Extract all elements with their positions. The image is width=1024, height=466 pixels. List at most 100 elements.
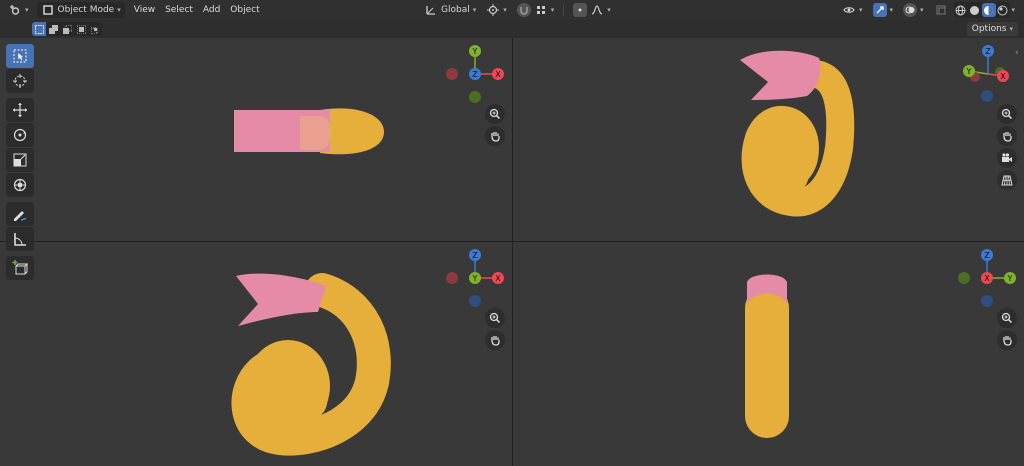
- viewport-header: ▾ Object Mode ▾ View Select Add Object G…: [0, 0, 1024, 20]
- menu-object[interactable]: Object: [225, 5, 264, 15]
- xray-toggle[interactable]: [930, 2, 952, 18]
- gizmo-icon: [872, 3, 887, 17]
- projection-toggle-button[interactable]: [997, 170, 1017, 190]
- eye-icon: [842, 3, 856, 17]
- overlays-toggle[interactable]: ▾: [899, 2, 928, 18]
- gizmo-neg-x[interactable]: [446, 68, 458, 80]
- tube-model-top-view: [234, 108, 384, 155]
- rotate-tool[interactable]: [6, 123, 34, 147]
- zoom-button[interactable]: [485, 308, 505, 328]
- proportional-edit-toggle[interactable]: ▾: [569, 2, 615, 18]
- hand-icon: [1003, 336, 1012, 346]
- options-dropdown[interactable]: Options ▾: [966, 22, 1018, 36]
- xray-icon: [934, 3, 948, 17]
- move-icon: [13, 103, 27, 117]
- magnet-icon: [516, 3, 531, 17]
- zoom-icon: [489, 108, 501, 120]
- separator: [563, 4, 565, 16]
- material-shading-icon[interactable]: [981, 3, 996, 17]
- viewport-top-right[interactable]: [513, 38, 1024, 241]
- svg-text:Z: Z: [472, 251, 478, 260]
- svg-text:Z: Z: [984, 251, 990, 260]
- editor-type-button[interactable]: ▾: [4, 2, 33, 18]
- viewport-top-left[interactable]: [0, 38, 512, 241]
- navigation-gizmo-top-left[interactable]: Y X Z: [444, 44, 504, 104]
- tube-yellow-segment: [745, 286, 789, 438]
- zoom-icon: [489, 312, 501, 324]
- pan-button[interactable]: [485, 126, 505, 146]
- scale-icon: [13, 153, 27, 167]
- measure-tool[interactable]: [6, 227, 34, 251]
- zoom-button[interactable]: [997, 308, 1017, 328]
- svg-text:Z: Z: [472, 70, 478, 79]
- gizmo-neg-y[interactable]: [469, 91, 481, 103]
- mode-dropdown[interactable]: Object Mode ▾: [36, 2, 125, 18]
- gizmo-neg-x[interactable]: [446, 272, 458, 284]
- menu-select[interactable]: Select: [160, 5, 198, 15]
- svg-text:Z: Z: [985, 47, 991, 56]
- svg-text:Y: Y: [472, 47, 478, 56]
- gizmo-neg-z[interactable]: [469, 295, 481, 307]
- select-new-icon[interactable]: [32, 22, 46, 36]
- pan-button[interactable]: [997, 330, 1017, 350]
- gizmo-neg-z[interactable]: [981, 90, 993, 102]
- annotate-tool[interactable]: [6, 202, 34, 226]
- gizmo-neg-z[interactable]: [981, 295, 993, 307]
- rotate-icon: [13, 128, 27, 142]
- chevron-down-icon: ▾: [889, 6, 894, 14]
- pivot-point-dropdown[interactable]: ▾: [482, 2, 511, 18]
- shading-dropdown-chevron-icon[interactable]: ▾: [1012, 6, 1016, 14]
- transform-tool[interactable]: [6, 173, 34, 197]
- tube-model-side-view: [745, 274, 789, 438]
- zoom-icon: [1001, 312, 1013, 324]
- gizmo-neg-y[interactable]: [958, 272, 970, 284]
- rendered-shading-icon[interactable]: [996, 3, 1010, 17]
- editor-type-icon: [8, 3, 22, 17]
- select-subtract-icon[interactable]: [60, 22, 74, 36]
- mode-label: Object Mode: [57, 5, 115, 15]
- wireframe-shading-icon[interactable]: [954, 3, 968, 17]
- viewport-divider-horizontal[interactable]: [0, 241, 1024, 242]
- navigation-gizmo-bottom-left[interactable]: Z X Y: [444, 248, 504, 308]
- viewport-divider-vertical[interactable]: [512, 38, 513, 466]
- select-extend-icon[interactable]: [46, 22, 60, 36]
- camera-view-button[interactable]: [997, 148, 1017, 168]
- select-box-tool[interactable]: [6, 44, 34, 68]
- menu-add[interactable]: Add: [198, 5, 225, 15]
- orientation-label: Global: [441, 5, 470, 15]
- gizmo-toggle[interactable]: ▾: [869, 2, 898, 18]
- move-tool[interactable]: [6, 98, 34, 122]
- chevron-down-icon: ▾: [503, 6, 507, 14]
- navigation-gizmo-bottom-right[interactable]: Z Y X: [956, 248, 1018, 308]
- solid-shading-icon[interactable]: [968, 3, 982, 17]
- viewport-bottom-right[interactable]: [513, 242, 1024, 466]
- zoom-button[interactable]: [485, 104, 505, 124]
- select-invert-icon[interactable]: [74, 22, 88, 36]
- sidebar-toggle-arrow[interactable]: ‹: [1015, 48, 1019, 58]
- zoom-button[interactable]: [997, 104, 1017, 124]
- viewport-bottom-left[interactable]: [0, 242, 512, 466]
- selection-mode-group: [32, 22, 102, 36]
- scale-tool[interactable]: [6, 148, 34, 172]
- menu-view[interactable]: View: [129, 5, 160, 15]
- add-cube-icon: [12, 260, 28, 275]
- snap-toggle[interactable]: ▾: [513, 2, 559, 18]
- pan-button[interactable]: [997, 126, 1017, 146]
- annotate-icon: [14, 211, 27, 221]
- svg-text:X: X: [984, 274, 990, 283]
- transform-icon: [13, 178, 27, 192]
- svg-text:Y: Y: [472, 274, 478, 283]
- visibility-dropdown[interactable]: ▾: [838, 2, 867, 18]
- falloff-icon[interactable]: [590, 3, 604, 17]
- pan-button[interactable]: [485, 330, 505, 350]
- navigation-gizmo-top-right[interactable]: Z X Y: [958, 44, 1018, 104]
- add-cube-tool[interactable]: [6, 256, 34, 280]
- snap-grid-icon[interactable]: [534, 3, 548, 17]
- cursor-icon: [13, 74, 27, 88]
- cursor-tool[interactable]: [6, 69, 34, 93]
- transform-orientation-dropdown[interactable]: Global ▾: [420, 2, 480, 18]
- select-intersect-icon[interactable]: [88, 22, 102, 36]
- svg-text:Y: Y: [966, 67, 972, 76]
- hand-icon: [1003, 132, 1012, 142]
- svg-text:Y: Y: [1007, 274, 1013, 283]
